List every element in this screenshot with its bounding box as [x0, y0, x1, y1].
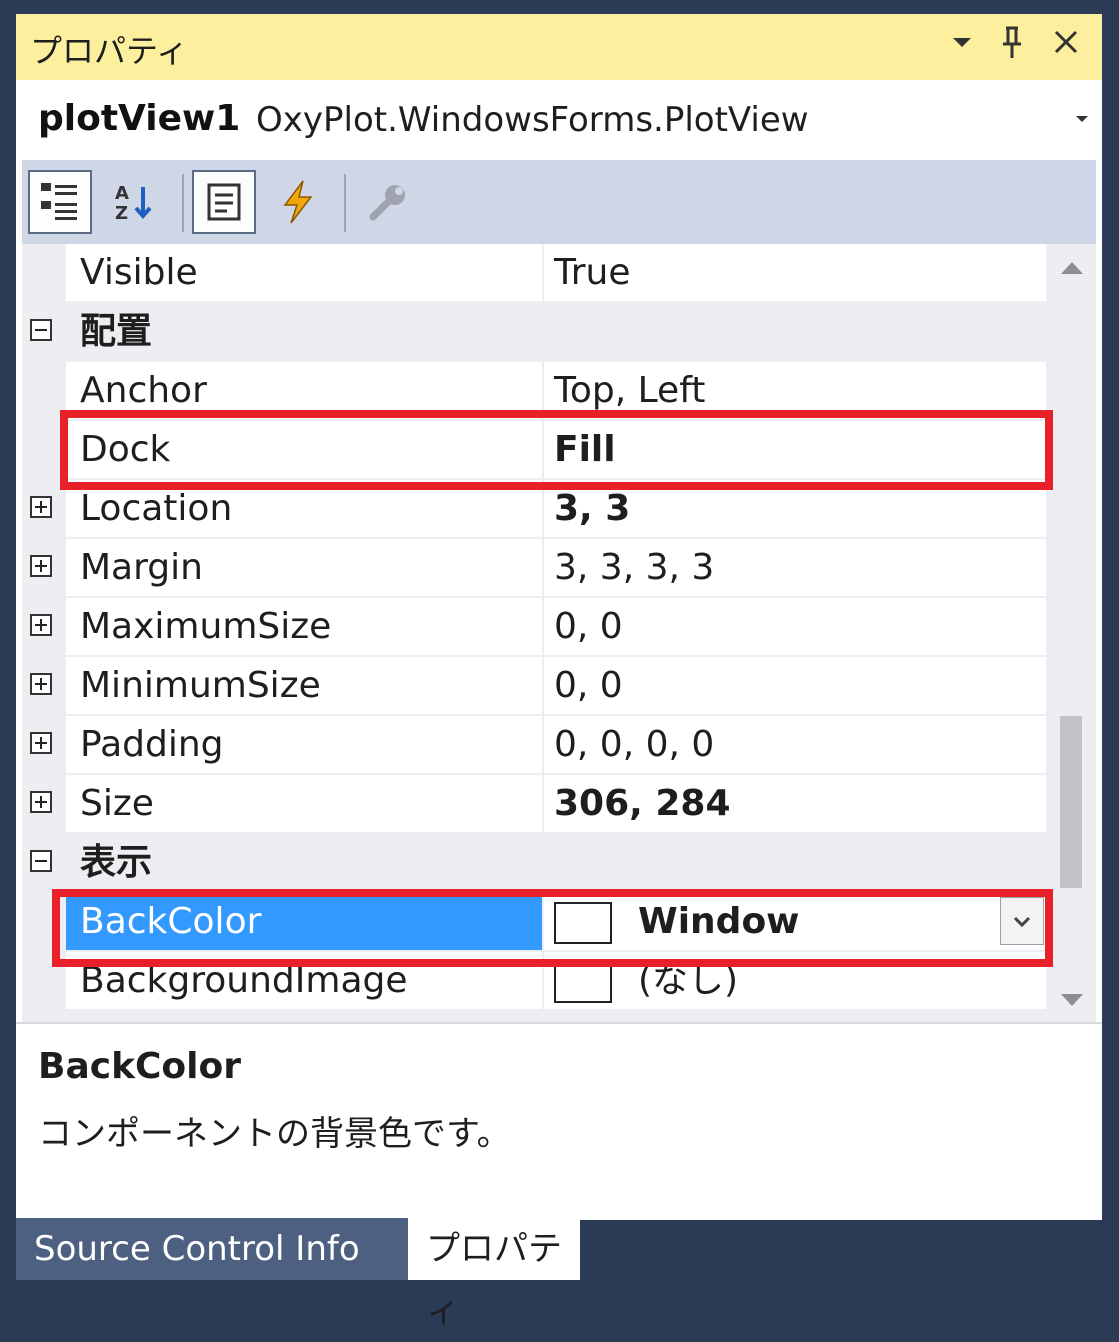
chevron-down-icon[interactable] — [1072, 106, 1092, 134]
alphabetical-button[interactable]: A Z — [102, 170, 166, 234]
expand-icon[interactable] — [30, 555, 52, 577]
expand-icon[interactable] — [30, 496, 52, 518]
categorized-button[interactable] — [28, 170, 92, 234]
category-row-appearance[interactable]: 表示 — [22, 834, 1046, 893]
svg-text:A: A — [115, 183, 129, 204]
expand-icon[interactable] — [30, 614, 52, 636]
description-title: BackColor — [38, 1046, 241, 1087]
property-name: MaximumSize — [66, 598, 542, 655]
toolbar-separator — [182, 174, 184, 232]
expand-icon[interactable] — [30, 791, 52, 813]
object-type: OxyPlot.WindowsForms.PlotView — [256, 100, 809, 140]
property-name: Margin — [66, 539, 542, 596]
property-value[interactable]: Fill — [544, 421, 1046, 478]
category-name: 表示 — [80, 842, 153, 883]
expand-icon[interactable] — [30, 732, 52, 754]
vertical-scrollbar[interactable] — [1046, 244, 1096, 1022]
property-name: BackColor — [66, 893, 542, 950]
color-swatch — [554, 902, 612, 944]
property-row-backcolor[interactable]: BackColor Window — [22, 893, 1046, 952]
collapse-icon[interactable] — [30, 850, 52, 872]
description-panel: BackColor コンポーネントの背景色です。 — [16, 1022, 1102, 1220]
properties-button[interactable] — [192, 170, 256, 234]
property-row-maximumsize[interactable]: MaximumSize 0, 0 — [22, 598, 1046, 657]
image-swatch — [554, 961, 612, 1003]
property-value[interactable]: Top, Left — [544, 362, 1046, 419]
property-value[interactable]: 0, 0 — [544, 657, 1046, 714]
property-name: MinimumSize — [66, 657, 542, 714]
tab-properties[interactable]: プロパティ — [408, 1218, 580, 1331]
property-row-margin[interactable]: Margin 3, 3, 3, 3 — [22, 539, 1046, 598]
property-row-visible[interactable]: Visible True — [22, 244, 1046, 303]
events-button[interactable] — [266, 170, 330, 234]
property-value[interactable]: 3, 3, 3, 3 — [544, 539, 1046, 596]
dropdown-button[interactable] — [1000, 897, 1044, 945]
object-selector[interactable]: plotView1 OxyPlot.WindowsForms.PlotView — [16, 80, 1102, 160]
svg-text:Z: Z — [115, 203, 128, 224]
description-text: コンポーネントの背景色です。 — [38, 1114, 511, 1154]
scroll-up-icon[interactable] — [1059, 258, 1085, 284]
category-name: 配置 — [80, 311, 153, 352]
events-lightning-icon — [283, 180, 313, 224]
title-bar: プロパティ — [16, 14, 1102, 81]
property-row-location[interactable]: Location 3, 3 — [22, 480, 1046, 539]
property-grid: Visible True 配置 Anchor Top, Left Dock Fi… — [22, 244, 1096, 1022]
property-name: Dock — [66, 421, 542, 478]
property-name: Location — [66, 480, 542, 537]
property-value[interactable]: Window — [544, 893, 1046, 950]
property-row-padding[interactable]: Padding 0, 0, 0, 0 — [22, 716, 1046, 775]
pin-icon[interactable] — [992, 22, 1032, 70]
property-pages-wrench-icon — [369, 185, 405, 221]
close-icon[interactable] — [1046, 22, 1086, 70]
property-row-dock[interactable]: Dock Fill — [22, 421, 1046, 480]
scroll-down-icon[interactable] — [1059, 990, 1085, 1016]
window-menu-dropdown-icon[interactable] — [942, 22, 982, 70]
toolbar-separator — [344, 174, 346, 232]
alphabetical-sort-icon: A Z — [115, 183, 152, 224]
property-name: Visible — [66, 244, 542, 301]
property-name: Padding — [66, 716, 542, 773]
category-row-layout[interactable]: 配置 — [22, 303, 1046, 362]
property-value[interactable]: True — [544, 244, 1046, 301]
property-value[interactable]: 306, 284 — [544, 775, 1046, 832]
property-row-size[interactable]: Size 306, 284 — [22, 775, 1046, 834]
property-name: Anchor — [66, 362, 542, 419]
expand-icon[interactable] — [30, 673, 52, 695]
properties-window: プロパティ plotView1 OxyPlot.WindowsForms.Plo… — [16, 14, 1102, 1220]
properties-toolbar: A Z — [22, 160, 1096, 244]
tab-source-control-info[interactable]: Source Control Info — [16, 1218, 408, 1280]
property-value-text: Window — [638, 901, 800, 942]
window-title: プロパティ — [30, 32, 189, 70]
property-value-text: (なし) — [638, 960, 739, 1001]
property-pages-button[interactable] — [356, 170, 420, 234]
property-value[interactable]: 3, 3 — [544, 480, 1046, 537]
properties-page-icon — [207, 183, 241, 221]
property-value[interactable]: 0, 0, 0, 0 — [544, 716, 1046, 773]
property-row-anchor[interactable]: Anchor Top, Left — [22, 362, 1046, 421]
property-value[interactable]: (なし) — [544, 952, 1046, 1009]
property-row-backgroundimage[interactable]: BackgroundImage (なし) — [22, 952, 1046, 1011]
property-row-minimumsize[interactable]: MinimumSize 0, 0 — [22, 657, 1046, 716]
property-value[interactable]: 0, 0 — [544, 598, 1046, 655]
object-name: plotView1 — [38, 98, 241, 139]
chevron-down-icon — [1013, 916, 1031, 928]
property-name: Size — [66, 775, 542, 832]
property-name: BackgroundImage — [66, 952, 542, 1009]
categorized-icon — [41, 183, 77, 220]
collapse-icon[interactable] — [30, 319, 52, 341]
scrollbar-thumb[interactable] — [1060, 716, 1082, 888]
